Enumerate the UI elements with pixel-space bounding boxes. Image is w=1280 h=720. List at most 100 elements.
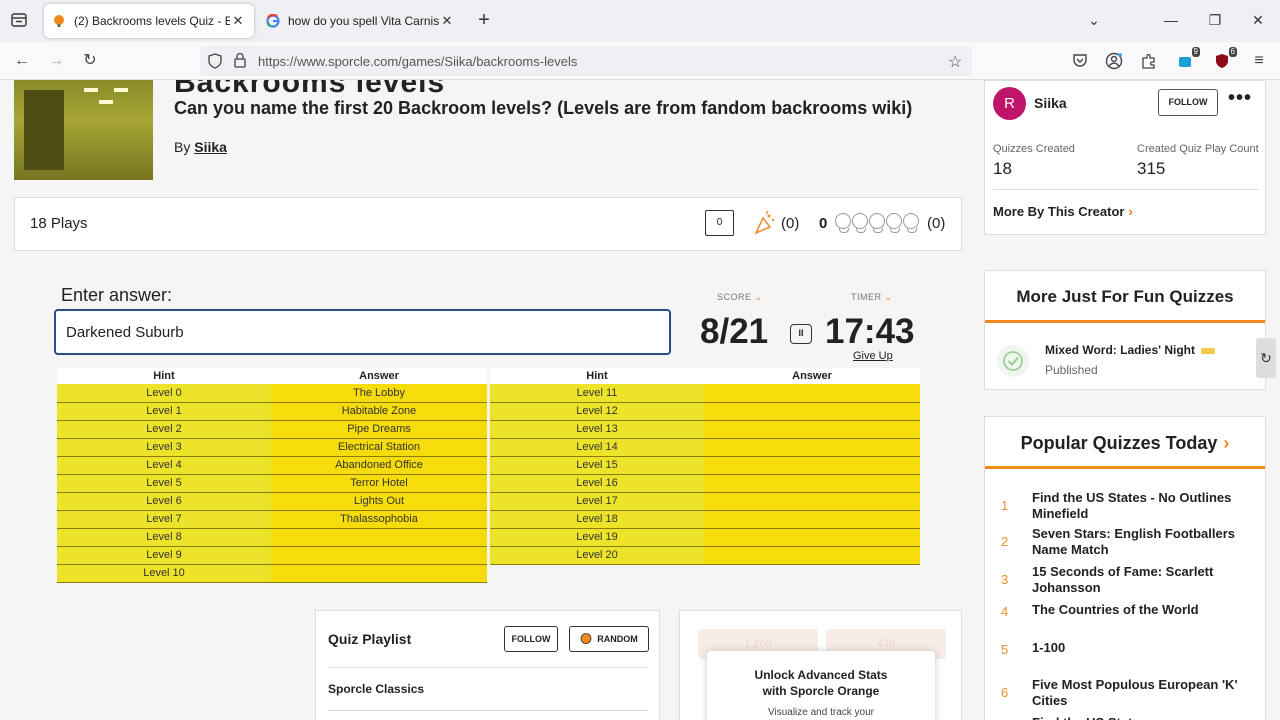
new-tab-plus-icon[interactable]: + xyxy=(474,10,494,30)
answer-cell xyxy=(271,564,487,583)
promo-title-line2: with Sporcle Orange xyxy=(762,684,880,698)
rating-count: (0) xyxy=(927,215,946,232)
give-up-link[interactable]: Give Up xyxy=(853,350,893,362)
close-tab-icon[interactable]: ✕ xyxy=(439,13,455,29)
quiz-stats-bar: 18 Plays 0 (0) 0 (0) xyxy=(14,197,962,251)
comments-button[interactable]: 0 xyxy=(705,210,734,236)
lock-icon[interactable] xyxy=(234,52,246,73)
extension-blue-icon[interactable]: 9 xyxy=(1176,47,1200,70)
hint-header: Hint xyxy=(57,368,271,384)
answer-cell xyxy=(704,510,920,529)
promo-popup[interactable]: Unlock Advanced Stats with Sporcle Orang… xyxy=(707,651,935,720)
rating-stars[interactable] xyxy=(835,213,919,233)
rating-ribbon-icon[interactable] xyxy=(852,213,868,233)
back-arrow-icon[interactable]: ← xyxy=(12,51,32,71)
rating-ribbon-icon[interactable] xyxy=(903,213,919,233)
answer-cell: The Lobby xyxy=(271,384,487,403)
popular-heading-text: Popular Quizzes Today xyxy=(1020,433,1218,453)
restore-icon[interactable]: ❐ xyxy=(1206,12,1224,29)
more-options-icon[interactable]: ••• xyxy=(1228,87,1252,110)
reload-icon[interactable]: ↻ xyxy=(80,51,100,71)
tab-overflow-chevron-icon[interactable]: ⌄ xyxy=(1085,12,1103,29)
popular-heading[interactable]: Popular Quizzes Today › xyxy=(985,417,1265,469)
creator-name[interactable]: Siika xyxy=(1034,95,1067,111)
rating-ribbon-icon[interactable] xyxy=(886,213,902,233)
party-popper-icon[interactable] xyxy=(753,210,777,236)
hint-cell: Level 8 xyxy=(57,528,271,547)
bookmark-star-icon[interactable]: ☆ xyxy=(948,52,962,72)
account-icon[interactable] xyxy=(1105,52,1123,70)
table-row: Level 11 xyxy=(490,384,920,403)
chevron-right-icon: › xyxy=(1223,433,1230,453)
hint-cell: Level 9 xyxy=(57,546,271,565)
answer-cell xyxy=(704,438,920,457)
answer-input[interactable] xyxy=(54,309,671,355)
more-by-creator-link[interactable]: More By This Creator › xyxy=(993,204,1133,219)
ublock-shield-icon[interactable]: 6 xyxy=(1213,47,1237,70)
hint-cell: Level 1 xyxy=(57,402,271,421)
popular-title[interactable]: Five Most Populous European 'K' Cities xyxy=(1032,677,1252,709)
play-count-label: Created Quiz Play Count xyxy=(1137,143,1259,155)
minimize-icon[interactable]: — xyxy=(1162,12,1180,28)
tag-icon xyxy=(1200,347,1215,354)
pause-button[interactable]: II xyxy=(790,324,812,344)
answer-header: Answer xyxy=(704,368,920,384)
avatar[interactable]: R xyxy=(993,87,1026,120)
forward-arrow-icon[interactable]: → xyxy=(46,51,66,71)
hint-cell: Level 3 xyxy=(57,438,271,457)
score-label: SCORE ⌄ xyxy=(717,292,763,303)
tab-list-icon[interactable] xyxy=(8,9,30,31)
extensions-puzzle-icon[interactable] xyxy=(1140,52,1158,70)
popular-title[interactable]: The Countries of the World xyxy=(1032,602,1252,618)
playlist-random-button[interactable]: RANDOM xyxy=(569,626,649,652)
address-bar[interactable]: https://www.sporcle.com/games/Siika/back… xyxy=(200,46,972,76)
popular-title[interactable]: Seven Stars: English Footballers Name Ma… xyxy=(1032,526,1252,558)
tab-title: (2) Backrooms levels Quiz - By S xyxy=(74,14,230,28)
hint-cell: Level 0 xyxy=(57,384,271,403)
pocket-icon[interactable] xyxy=(1071,52,1089,70)
rating-ribbon-icon[interactable] xyxy=(835,213,851,233)
hint-cell: Level 13 xyxy=(490,420,704,439)
popular-title[interactable]: 1-100 xyxy=(1032,640,1252,656)
answer-table-left: Hint Answer Level 0 The Lobby Level 1 Habit… xyxy=(57,368,487,583)
popular-title[interactable]: 15 Seconds of Fame: Scarlett Johansson xyxy=(1032,564,1252,596)
promo-title-line1: Unlock Advanced Stats xyxy=(754,668,888,682)
close-window-icon[interactable]: ✕ xyxy=(1249,12,1267,29)
popular-quizzes-card: Popular Quizzes Today › 1 Find the US Stat… xyxy=(984,416,1266,720)
hamburger-menu-icon[interactable]: ≡ xyxy=(1250,52,1268,70)
timer-label: TIMER ⌄ xyxy=(851,292,893,303)
hint-cell: Level 11 xyxy=(490,384,704,403)
table-row: Level 20 xyxy=(490,546,920,565)
table-row: Level 6 Lights Out xyxy=(57,492,487,511)
answer-cell: Thalassophobia xyxy=(271,510,487,529)
hint-cell: Level 7 xyxy=(57,510,271,529)
shield-icon[interactable] xyxy=(208,53,222,74)
page-content: Backrooms levels Can you name the first … xyxy=(0,80,1280,720)
answer-cell xyxy=(704,384,920,403)
popular-rank: 5 xyxy=(1001,642,1009,657)
answer-cell xyxy=(704,528,920,547)
table-row: Level 19 xyxy=(490,528,920,547)
playlist-random-label: RANDOM xyxy=(597,634,638,644)
author-line: By Siika xyxy=(174,139,227,155)
playlist-item[interactable]: Sporcle Classics xyxy=(328,682,424,696)
fun-quiz-status: Published xyxy=(1045,363,1098,377)
tab-sporcle-quiz[interactable]: (2) Backrooms levels Quiz - By S ✕ xyxy=(44,4,254,38)
refresh-icon[interactable]: ↻ xyxy=(1256,338,1276,378)
fun-quiz-title[interactable]: Mixed Word: Ladies' Night xyxy=(1045,343,1215,357)
promo-title: Unlock Advanced Stats with Sporcle Orang… xyxy=(707,667,935,699)
close-tab-icon[interactable]: ✕ xyxy=(230,13,246,29)
tab-google-search[interactable]: how do you spell Vita Carnis - G ✕ xyxy=(258,4,463,38)
popular-title[interactable]: Find the US States xyxy=(1032,715,1252,720)
chevron-down-icon[interactable]: ⌄ xyxy=(755,292,763,302)
hint-cell: Level 19 xyxy=(490,528,704,547)
answer-table-right: Hint Answer Level 11 Level 12 Level 13 Leve… xyxy=(490,368,920,565)
answer-cell xyxy=(704,456,920,475)
chevron-down-icon[interactable]: ⌄ xyxy=(885,292,893,302)
author-link[interactable]: Siika xyxy=(194,139,227,155)
extension-badge: 9 xyxy=(1191,47,1200,57)
playlist-follow-button[interactable]: FOLLOW xyxy=(504,626,558,652)
rating-ribbon-icon[interactable] xyxy=(869,213,885,233)
follow-creator-button[interactable]: FOLLOW xyxy=(1158,89,1218,116)
popular-title[interactable]: Find the US States - No Outlines Minefie… xyxy=(1032,490,1252,522)
